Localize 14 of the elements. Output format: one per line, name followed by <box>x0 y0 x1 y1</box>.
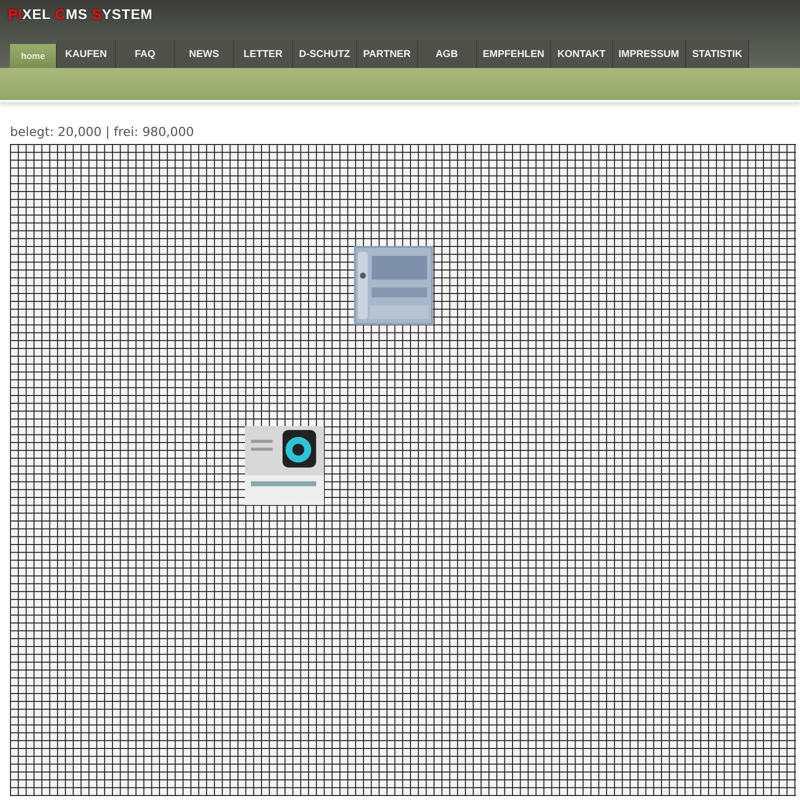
nav-tab[interactable]: IMPRESSUM <box>612 40 686 68</box>
nav-tab[interactable]: NEWS <box>175 40 234 68</box>
nav-tab[interactable]: KAUFEN <box>57 40 116 68</box>
pixel-grid[interactable] <box>10 144 796 796</box>
nav-tab[interactable]: LETTER <box>234 40 293 68</box>
pixel-stats: belegt: 20,000 | frei: 980,000 <box>10 124 196 140</box>
nav-tab[interactable]: PARTNER <box>357 40 418 68</box>
nav-tab[interactable]: AGB <box>418 40 477 68</box>
nav-tab[interactable]: D-SCHUTZ <box>293 40 358 68</box>
nav-tab[interactable]: KONTAKT <box>551 40 613 68</box>
nav-tab[interactable]: FAQ <box>116 40 175 68</box>
site-logo[interactable]: PIXEL CMS SYSTEM <box>0 0 800 38</box>
nav-tab[interactable]: STATISTIK <box>686 40 750 68</box>
nav-tab[interactable]: EMPFEHLEN <box>476 40 552 68</box>
